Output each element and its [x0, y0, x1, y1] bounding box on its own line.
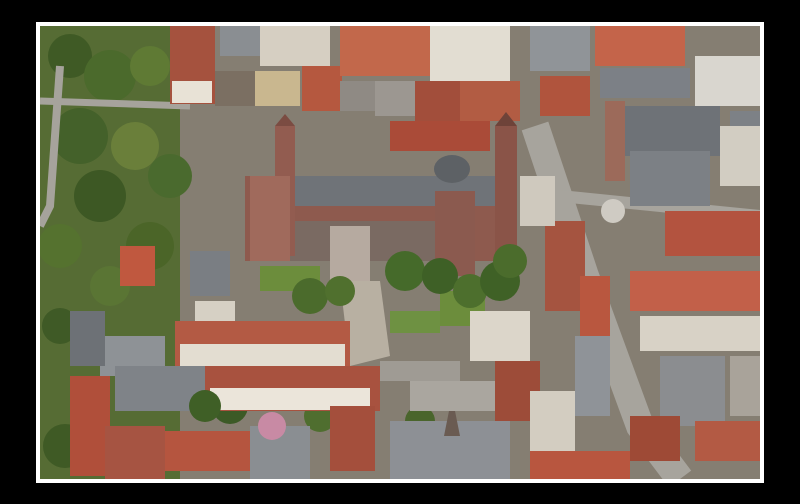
- black-frame: [0, 0, 800, 504]
- aerial-city-view: [40, 26, 760, 479]
- aerial-photo: [40, 26, 760, 479]
